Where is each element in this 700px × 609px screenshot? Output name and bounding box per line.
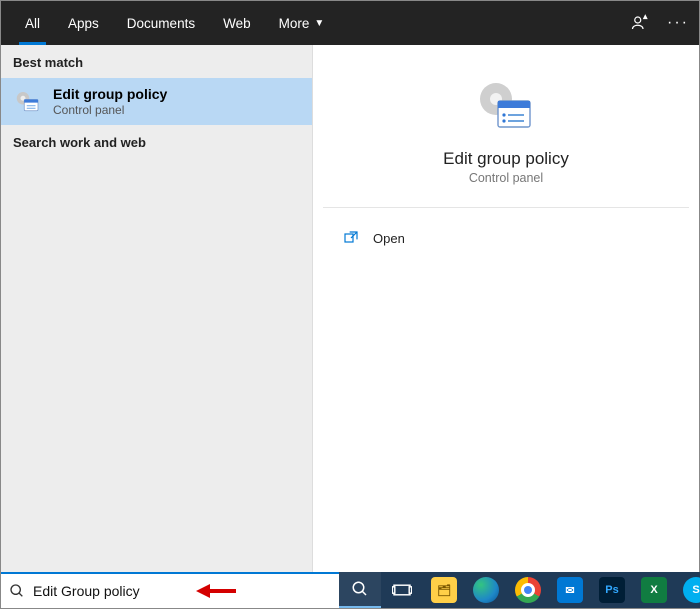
preview-header: Edit group policy Control panel bbox=[323, 65, 689, 208]
tab-label: More bbox=[279, 16, 310, 31]
taskbar-app-excel[interactable]: X bbox=[633, 572, 675, 608]
best-match-header: Best match bbox=[1, 45, 312, 78]
results-panel: Best match Edit group policy Control pan… bbox=[1, 45, 313, 572]
taskbar-taskview-button[interactable] bbox=[381, 572, 423, 608]
result-title: Edit group policy bbox=[53, 86, 167, 102]
gear-document-icon bbox=[13, 87, 43, 117]
preview-subtitle: Control panel bbox=[323, 171, 689, 185]
tab-all[interactable]: All bbox=[11, 1, 54, 45]
feedback-icon[interactable] bbox=[631, 14, 649, 32]
more-options-icon[interactable]: ··· bbox=[667, 14, 689, 32]
preview-panel: Edit group policy Control panel Open bbox=[313, 45, 699, 572]
open-label: Open bbox=[373, 231, 405, 246]
taskbar-app-skype[interactable]: S bbox=[675, 572, 700, 608]
tab-documents[interactable]: Documents bbox=[113, 1, 209, 45]
bottom-bar: 🗂 ✉ Ps X S bbox=[1, 572, 699, 608]
search-box[interactable] bbox=[1, 572, 339, 608]
search-body: Best match Edit group policy Control pan… bbox=[1, 45, 699, 572]
preview-title: Edit group policy bbox=[323, 149, 689, 169]
search-icon bbox=[9, 583, 25, 599]
taskbar-app-photoshop[interactable]: Ps bbox=[591, 572, 633, 608]
search-filter-bar: All Apps Documents Web More ▼ ··· bbox=[1, 1, 699, 45]
result-subtitle: Control panel bbox=[53, 103, 167, 117]
taskbar-search-button[interactable] bbox=[339, 572, 381, 608]
taskbar-app-chrome[interactable] bbox=[507, 572, 549, 608]
tab-web[interactable]: Web bbox=[209, 1, 265, 45]
tab-more[interactable]: More ▼ bbox=[265, 1, 339, 45]
tab-apps[interactable]: Apps bbox=[54, 1, 113, 45]
search-work-web-header[interactable]: Search work and web bbox=[1, 125, 312, 158]
open-icon bbox=[343, 230, 359, 246]
filter-tabs: All Apps Documents Web More ▼ bbox=[11, 1, 338, 45]
tab-label: All bbox=[25, 16, 40, 31]
taskbar-app-file-explorer[interactable]: 🗂 bbox=[423, 572, 465, 608]
taskbar-app-mail[interactable]: ✉ bbox=[549, 572, 591, 608]
search-input[interactable] bbox=[33, 583, 331, 599]
taskbar: 🗂 ✉ Ps X S bbox=[339, 572, 700, 608]
tab-label: Apps bbox=[68, 16, 99, 31]
preview-actions: Open bbox=[323, 208, 689, 268]
topbar-right: ··· bbox=[631, 14, 689, 32]
result-edit-group-policy[interactable]: Edit group policy Control panel bbox=[1, 78, 312, 125]
tab-label: Documents bbox=[127, 16, 195, 31]
result-text: Edit group policy Control panel bbox=[53, 86, 167, 117]
tab-label: Web bbox=[223, 16, 251, 31]
gear-document-icon-large bbox=[323, 75, 689, 139]
taskbar-app-edge[interactable] bbox=[465, 572, 507, 608]
open-action[interactable]: Open bbox=[343, 226, 669, 250]
chevron-down-icon: ▼ bbox=[314, 18, 324, 29]
